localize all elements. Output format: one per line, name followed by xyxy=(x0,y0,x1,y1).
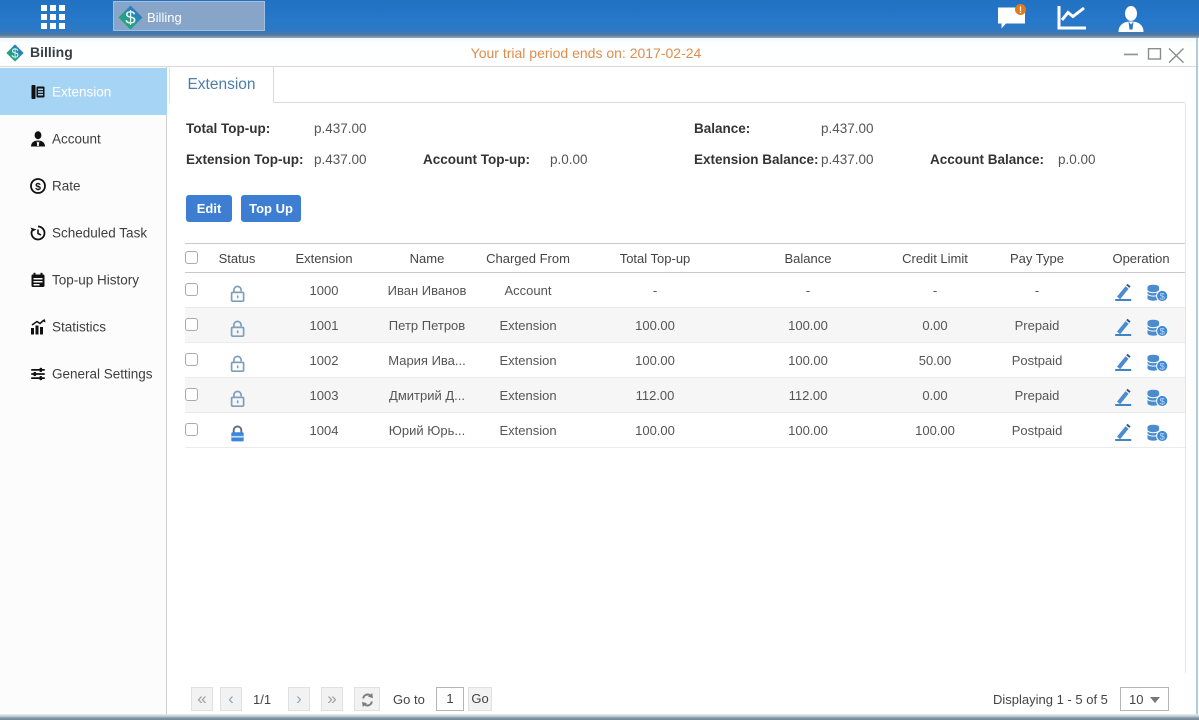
svg-text:!: ! xyxy=(1019,5,1022,15)
svg-text:$: $ xyxy=(1160,432,1166,442)
svg-text:$: $ xyxy=(1160,327,1166,337)
svg-text:$: $ xyxy=(125,7,136,28)
svg-text:$: $ xyxy=(1160,397,1166,407)
svg-text:$: $ xyxy=(1160,292,1166,302)
svg-text:$: $ xyxy=(1160,362,1166,372)
svg-text:$: $ xyxy=(35,181,41,193)
